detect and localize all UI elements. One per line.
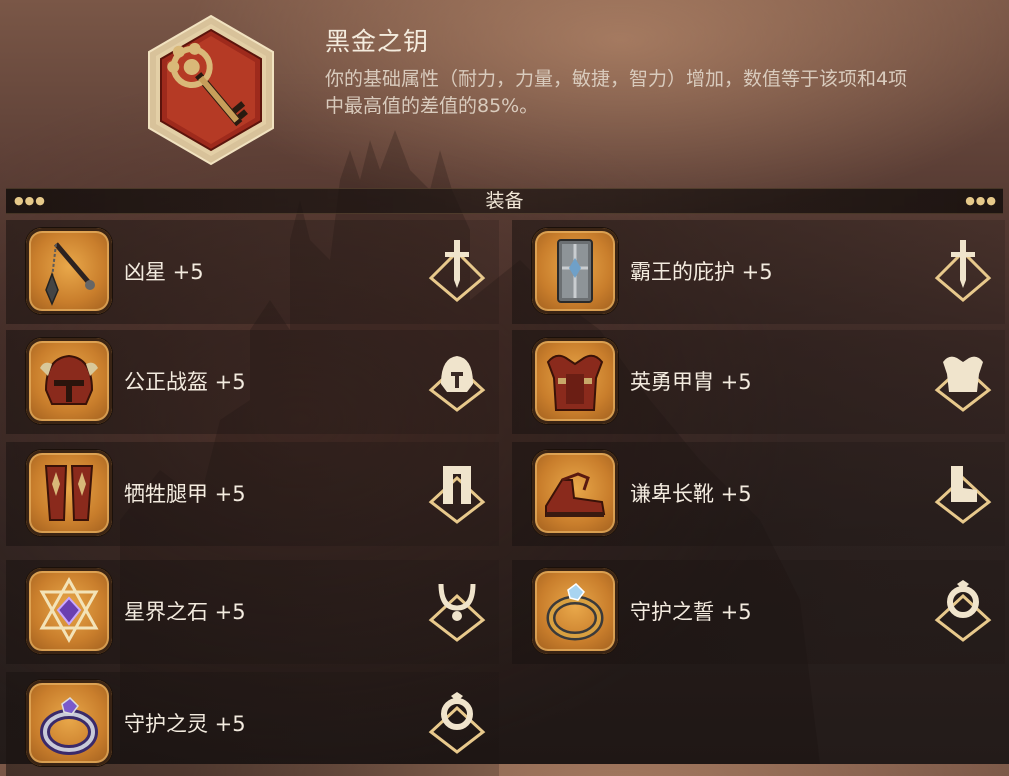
equipment-row[interactable]: 公正战盔 +5 bbox=[6, 330, 499, 434]
header: 黑金之钥 你的基础属性（耐力，力量，敏捷，智力）增加，数值等于该项和4项中最高值… bbox=[0, 0, 1009, 185]
ability-description: 你的基础属性（耐力，力量，敏捷，智力）增加，数值等于该项和4项中最高值的差值的8… bbox=[325, 68, 908, 117]
helmet-slot-icon bbox=[425, 348, 489, 412]
equipment-row[interactable]: 守护之灵 +5 bbox=[6, 672, 499, 776]
page-title: 黑金之钥 bbox=[325, 27, 430, 56]
section-bar: ●●● 装备 ●●● bbox=[6, 188, 1003, 214]
equipment-label: 守护之誓 +5 bbox=[630, 600, 752, 624]
helmet-icon bbox=[26, 338, 112, 424]
equipment-row[interactable]: 守护之誓 +5 bbox=[512, 560, 1005, 664]
equipment-row[interactable]: 星界之石 +5 bbox=[6, 560, 499, 664]
boots-slot-icon bbox=[931, 460, 995, 524]
equipment-label: 牺牲腿甲 +5 bbox=[124, 482, 246, 506]
equipment-row[interactable]: 牺牲腿甲 +5 bbox=[6, 442, 499, 546]
equipment-label: 公正战盔 +5 bbox=[124, 370, 246, 394]
equipment-row[interactable]: 霸王的庇护 +5 bbox=[512, 220, 1005, 324]
chest-armor-icon bbox=[532, 338, 618, 424]
armor-slot-icon bbox=[931, 348, 995, 412]
equipment-label: 霸王的庇护 +5 bbox=[630, 260, 773, 284]
ring-slot-icon bbox=[425, 690, 489, 754]
amulet-slot-icon bbox=[425, 578, 489, 642]
equipment-label: 守护之灵 +5 bbox=[124, 712, 246, 736]
equipment-label: 星界之石 +5 bbox=[124, 600, 246, 624]
equipment-label: 凶星 +5 bbox=[124, 260, 204, 284]
equipment-label: 英勇甲胄 +5 bbox=[630, 370, 752, 394]
equipment-row[interactable]: 谦卑长靴 +5 bbox=[512, 442, 1005, 546]
weapon-slot-icon bbox=[425, 238, 489, 302]
shield-icon bbox=[532, 228, 618, 314]
equipment-row[interactable]: 凶星 +5 bbox=[6, 220, 499, 324]
weapon-slot-icon bbox=[931, 238, 995, 302]
astral-stone-icon bbox=[26, 568, 112, 654]
flail-icon bbox=[26, 228, 112, 314]
dots-icon: ●●● bbox=[965, 194, 997, 207]
section-title: 装备 bbox=[485, 190, 524, 212]
spirit-ring-icon bbox=[26, 680, 112, 766]
equipment-label: 谦卑长靴 +5 bbox=[630, 482, 752, 506]
ring-slot-icon bbox=[931, 578, 995, 642]
boots-icon bbox=[532, 450, 618, 536]
leg-armor-icon bbox=[26, 450, 112, 536]
black-gold-key-icon bbox=[135, 14, 287, 166]
ring-icon bbox=[532, 568, 618, 654]
legs-slot-icon bbox=[425, 460, 489, 524]
equipment-row[interactable]: 英勇甲胄 +5 bbox=[512, 330, 1005, 434]
